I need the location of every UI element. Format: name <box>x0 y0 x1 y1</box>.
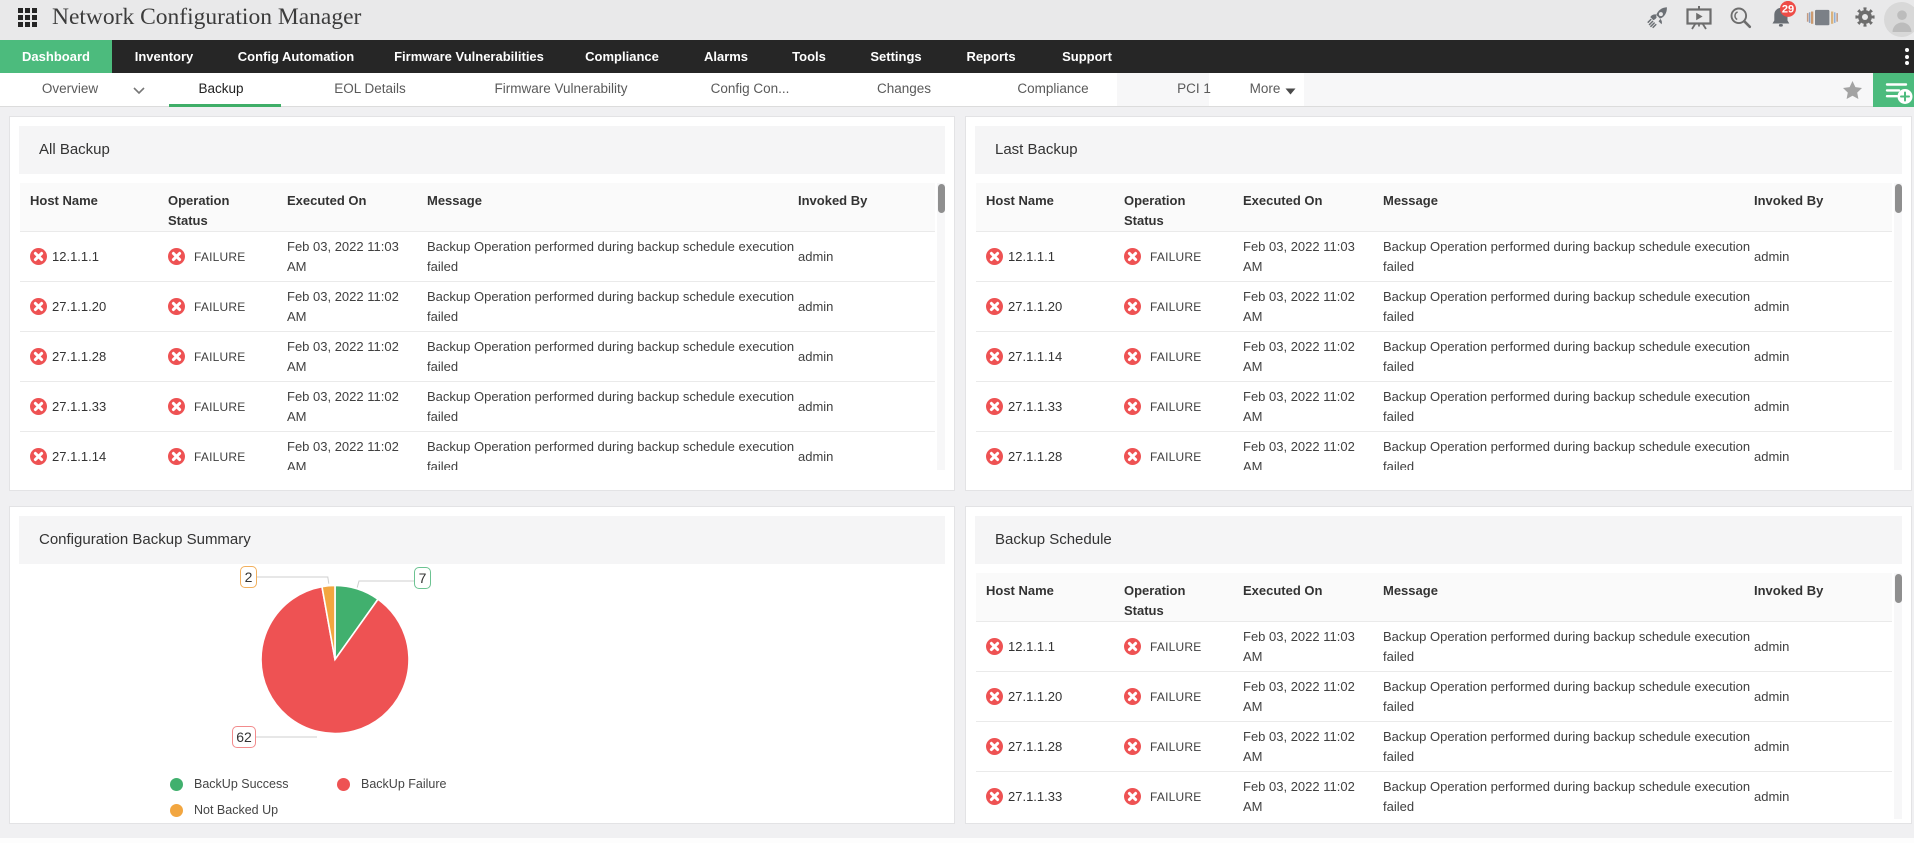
svg-text:29: 29 <box>1782 4 1794 16</box>
